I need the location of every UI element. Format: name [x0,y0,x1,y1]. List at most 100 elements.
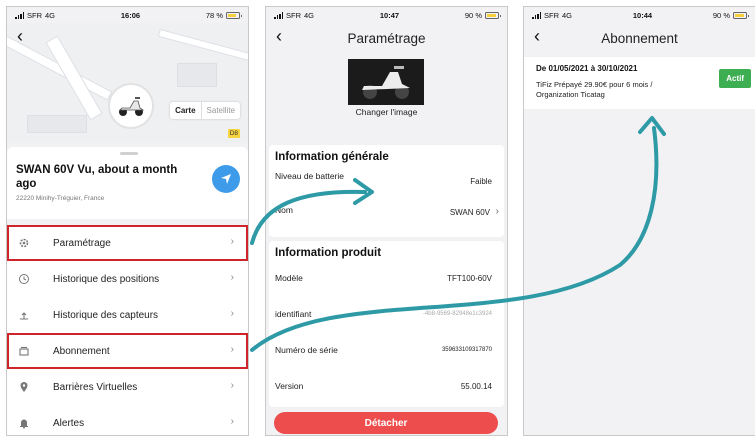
network: 4G [562,10,573,20]
clock: 10:47 [379,10,400,20]
map-road [157,28,248,66]
serial-value: 359633109317870 [441,347,492,353]
menu-item-barrieres[interactable]: Barrières Virtuelles › [7,369,248,405]
map-type-satellite[interactable]: Satellite [200,102,240,119]
vehicle-screen: SFR 4G 16:06 78 % Carte Satellite ‹ D8 S… [6,6,249,436]
version-row: Version 55.00.14 [269,371,504,407]
map-building [27,115,87,133]
model-row: Modèle TFT100-60V [269,263,504,299]
subscription-card[interactable]: De 01/05/2021 à 30/10/2021 TiFiz Prépayé… [524,57,755,109]
map-view[interactable]: Carte Satellite [7,23,248,143]
status-badge: Actif [719,69,751,88]
status-bar: SFR 4G 10:44 90 % [524,7,755,23]
map-road [45,35,103,121]
battery-percent: 90 % [464,10,482,20]
menu-item-label: Historique des capteurs [53,309,159,321]
page-title: Abonnement [601,31,678,46]
change-image-link[interactable]: Changer l'image [266,107,507,117]
clock: 16:06 [120,10,141,20]
menu-item-label: Historique des positions [53,273,160,285]
status-bar: SFR 4G 10:47 90 % [266,7,507,23]
battery-percent: 90 % [712,10,730,20]
subscription-description: TiFiz Prépayé 29.90€ pour 6 mois / Organ… [536,80,653,99]
menu-item-alertes[interactable]: Alertes › [7,405,248,435]
chevron-right-icon: › [230,272,234,283]
battery-value: Faible [470,177,492,186]
name-label: Nom [275,205,293,215]
signal-icon [15,11,24,19]
map-type-map[interactable]: Carte [170,102,200,119]
serial-label: Numéro de série [275,345,338,355]
bell-icon [17,416,31,430]
map-type-toggle: Carte Satellite [170,102,240,119]
settings-screen: SFR 4G 10:47 90 % ‹ Paramétrage Changer … [265,6,508,436]
vehicle-address: 22220 Minihy-Tréguier, France [16,195,105,202]
battery-label: Niveau de batterie [275,171,344,181]
carrier: SFR [286,10,301,20]
vehicle-title: SWAN 60V Vu, about a month ago [16,164,178,190]
drag-handle[interactable] [120,152,138,155]
map-pin-icon [17,380,31,394]
menu-item-label: Barrières Virtuelles [53,381,138,393]
scooter-icon [119,97,145,116]
section-heading: Information produit [275,247,382,259]
battery-row: Niveau de batterie Faible [269,167,504,197]
signal-icon [274,11,283,19]
signal-icon [532,11,541,19]
chevron-right-icon: › [230,380,234,391]
subscription-screen: SFR 4G 10:44 90 % ‹ Abonnement De 01/05/… [523,6,755,436]
model-value: TFT100-60V [447,274,492,283]
identifier-label: identifiant [275,309,312,319]
carrier: SFR [544,10,559,20]
locate-button[interactable] [212,165,240,193]
vehicle-marker[interactable] [108,83,154,129]
battery-percent: 78 % [205,10,223,20]
chevron-right-icon: › [230,344,234,355]
product-info-card: Information produit Modèle TFT100-60V id… [269,241,504,407]
chevron-right-icon: › [230,236,234,247]
history-icon [17,272,31,286]
menu-item-label: Abonnement [53,345,110,357]
carrier: SFR [27,10,42,20]
identifier-row: identifiant -4b8-9569-82948e1c3924 [269,299,504,335]
chevron-right-icon: › [230,308,234,319]
chevron-right-icon: › [230,416,234,427]
menu-item-label: Paramétrage [53,237,111,249]
battery-icon [485,11,501,19]
serial-row: Numéro de série 359633109317870 [269,335,504,371]
chevron-right-icon: › [495,206,499,217]
clock: 10:44 [632,10,653,20]
network: 4G [45,10,56,20]
version-label: Version [275,381,304,391]
menu-item-historique-positions[interactable]: Historique des positions › [7,261,248,297]
back-chevron-icon[interactable]: ‹ [17,27,23,45]
battery-icon [226,11,242,19]
section-heading: Information générale [275,151,389,163]
network: 4G [304,10,315,20]
menu-item-parametrage[interactable]: Paramétrage › [7,225,248,261]
name-row[interactable]: Nom SWAN 60V › [269,197,504,229]
general-info-card: Information générale Niveau de batterie … [269,145,504,237]
detach-button[interactable]: Détacher [274,412,498,434]
battery-icon [733,11,749,19]
menu-item-historique-capteurs[interactable]: Historique des capteurs › [7,297,248,333]
vehicle-image[interactable] [348,59,424,105]
version-value: 55.00.14 [460,382,492,391]
subscription-icon [17,344,31,358]
menu-item-label: Alertes [53,417,85,429]
menu-item-abonnement[interactable]: Abonnement › [7,333,248,369]
page-title: Paramétrage [347,31,426,46]
gear-icon [17,236,31,250]
vehicle-menu: Paramétrage › Historique des positions ›… [7,219,248,435]
name-value: SWAN 60V [449,208,490,217]
model-label: Modèle [275,273,303,283]
navigation-arrow-icon [221,174,231,184]
map-building [177,63,217,87]
identifier-value: -4b8-9569-82948e1c3924 [422,311,492,317]
sensor-icon [17,308,31,322]
bottom-sheet: SWAN 60V Vu, about a month ago 22220 Min… [7,147,248,435]
road-label: D8 [227,129,240,138]
stage: SFR 4G 16:06 78 % Carte Satellite ‹ D8 S… [0,0,755,436]
subscription-dates: De 01/05/2021 à 30/10/2021 [536,64,638,73]
scooter-photo [362,66,410,99]
